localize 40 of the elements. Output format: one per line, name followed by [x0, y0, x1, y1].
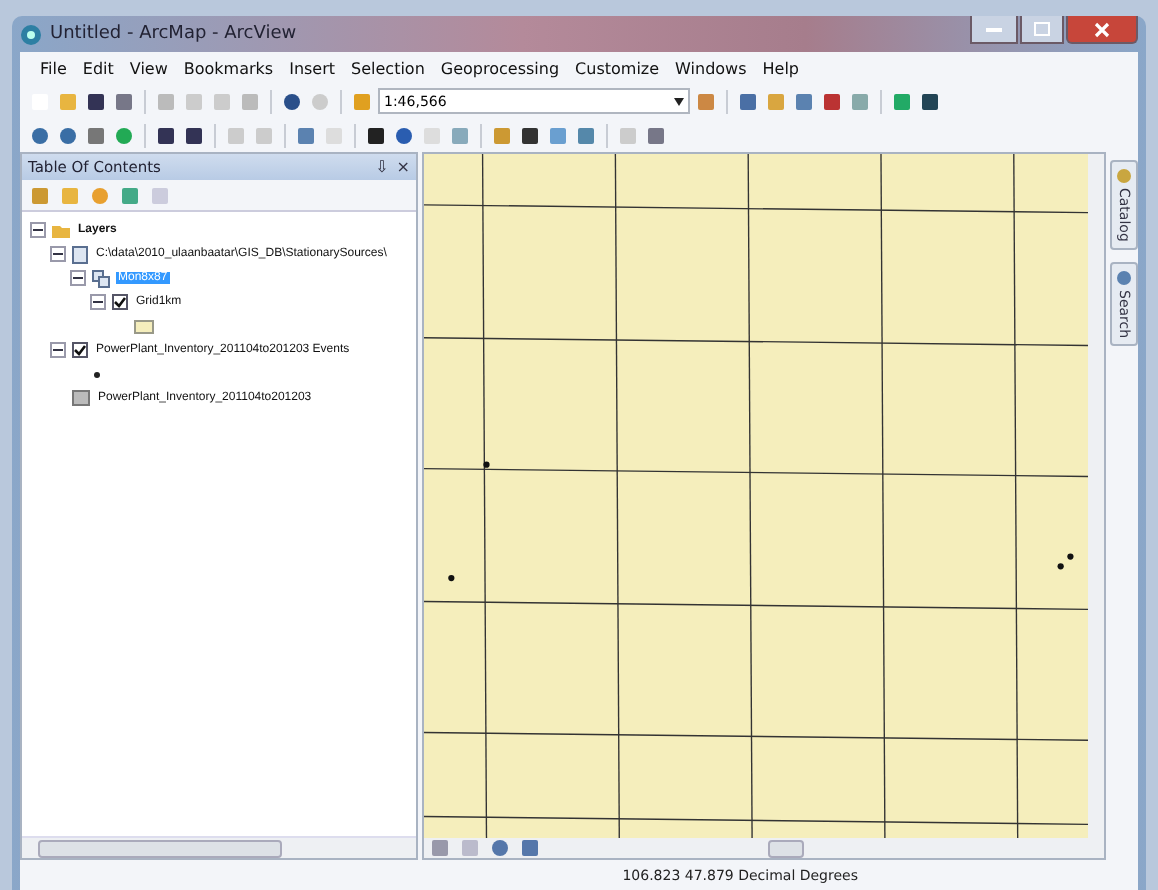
horizontal-scrollbar[interactable]: [22, 836, 416, 858]
menu-item[interactable]: Geoprocessing: [432, 59, 568, 77]
maximize-button[interactable]: [1020, 16, 1064, 44]
pin-button[interactable]: ⇩: [375, 158, 389, 176]
close-button[interactable]: ×: [396, 158, 410, 176]
database-icon: [72, 245, 88, 263]
collapse-icon[interactable]: [50, 246, 66, 262]
point-marker-icon: [448, 574, 455, 582]
vertical-scrollbar[interactable]: [1088, 154, 1104, 838]
menu-item[interactable]: Bookmarks: [175, 59, 282, 77]
minimize-button[interactable]: [970, 16, 1018, 44]
window-title: Untitled - ArcMap - ArcView: [50, 24, 297, 44]
menu-item[interactable]: Edit: [74, 59, 122, 77]
menu-item[interactable]: File: [32, 59, 75, 77]
polygon-symbol-icon: [134, 319, 154, 333]
menu-item[interactable]: Insert: [281, 59, 344, 77]
layer-checkbox[interactable]: [112, 294, 128, 310]
group-layer-icon: [92, 269, 110, 287]
point-symbol-icon: [94, 371, 100, 377]
app-icon: [20, 23, 42, 45]
dropdown-caret-icon: [674, 97, 684, 105]
close-icon: [1094, 21, 1110, 37]
close-button[interactable]: [1066, 16, 1138, 44]
layer-checkbox[interactable]: [72, 342, 88, 358]
menu-item[interactable]: Help: [754, 59, 808, 77]
point-marker-icon: [483, 461, 490, 468]
table-icon: [72, 390, 90, 406]
collapse-icon[interactable]: [50, 342, 66, 358]
collapse-icon[interactable]: [70, 270, 86, 286]
minimize-icon: [986, 27, 1002, 31]
collapse-icon[interactable]: [30, 222, 46, 238]
menu-item[interactable]: Selection: [343, 59, 433, 77]
menu-item[interactable]: View: [121, 59, 176, 77]
maximize-icon: [1034, 22, 1050, 36]
point-marker-icon: [1057, 563, 1064, 570]
menu-item[interactable]: Customize: [567, 59, 668, 77]
layers-icon: [52, 222, 70, 238]
menu-item[interactable]: Windows: [667, 59, 755, 77]
point-marker-icon: [1067, 553, 1074, 560]
collapse-icon[interactable]: [90, 294, 106, 310]
